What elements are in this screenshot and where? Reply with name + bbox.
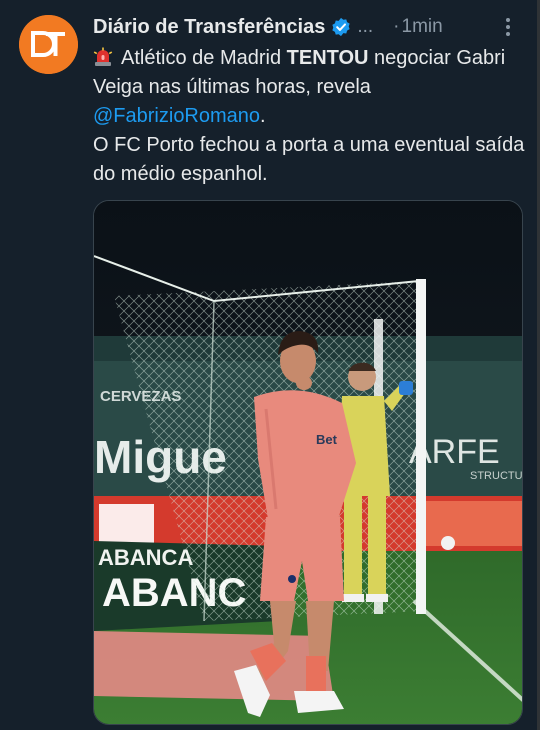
shirt-sponsor-text: Bet (316, 432, 338, 447)
tweet-header: Diário de Transferências ... · 1min (93, 12, 523, 42)
handle[interactable]: ... (357, 16, 373, 38)
dt-logo-icon (19, 15, 78, 74)
stadium-sign-structu: STRUCTU (470, 470, 523, 482)
tweet-text-bold: TENTOU (286, 47, 369, 69)
football-photo: CERVEZAS Migue ARFE STRUCTU ABANCA ABANC (94, 201, 523, 724)
verified-badge-icon (331, 17, 351, 37)
timestamp[interactable]: 1min (402, 16, 443, 38)
siren-emoji-icon (93, 47, 113, 66)
display-name[interactable]: Diário de Transferências (93, 16, 325, 39)
tweet-media-photo[interactable]: CERVEZAS Migue ARFE STRUCTU ABANCA ABANC (93, 200, 523, 725)
tweet-paragraph-1: Atlético de Madrid TENTOU negociar Gabri… (93, 44, 533, 131)
tweet-text: Atlético de Madrid TENTOU negociar Gabri… (93, 44, 533, 189)
mention-link[interactable]: @FabrizioRomano (93, 105, 260, 127)
separator: · (393, 16, 400, 37)
tweet-paragraph-2: O FC Porto fechou a porta a uma eventual… (93, 134, 525, 185)
more-options-icon[interactable] (493, 12, 523, 42)
tweet[interactable]: Diário de Transferências ... · 1min Atlé… (0, 0, 540, 730)
avatar[interactable] (19, 15, 78, 74)
tweet-text-part: Atlético de Madrid (121, 47, 287, 69)
tweet-text-part: . (260, 105, 266, 127)
ad-board-abanca-1: ABANCA (98, 545, 193, 570)
